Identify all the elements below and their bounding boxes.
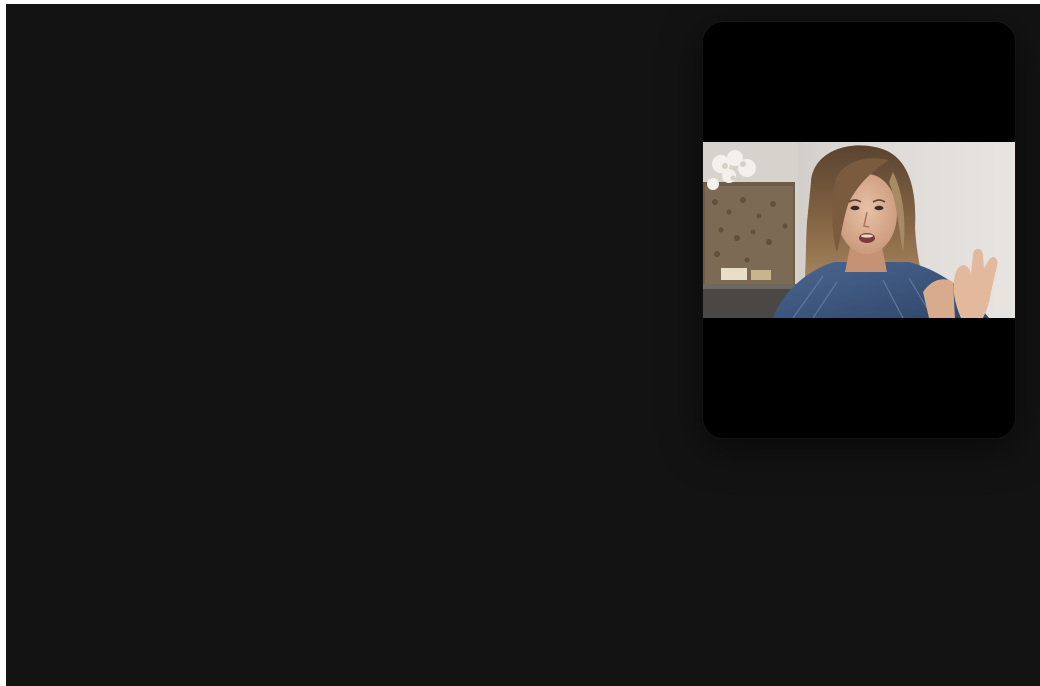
picture-in-picture-window[interactable] — [703, 22, 1015, 438]
screen-background — [6, 4, 1040, 686]
video-frame[interactable] — [703, 142, 1015, 318]
video-image — [703, 142, 1015, 318]
